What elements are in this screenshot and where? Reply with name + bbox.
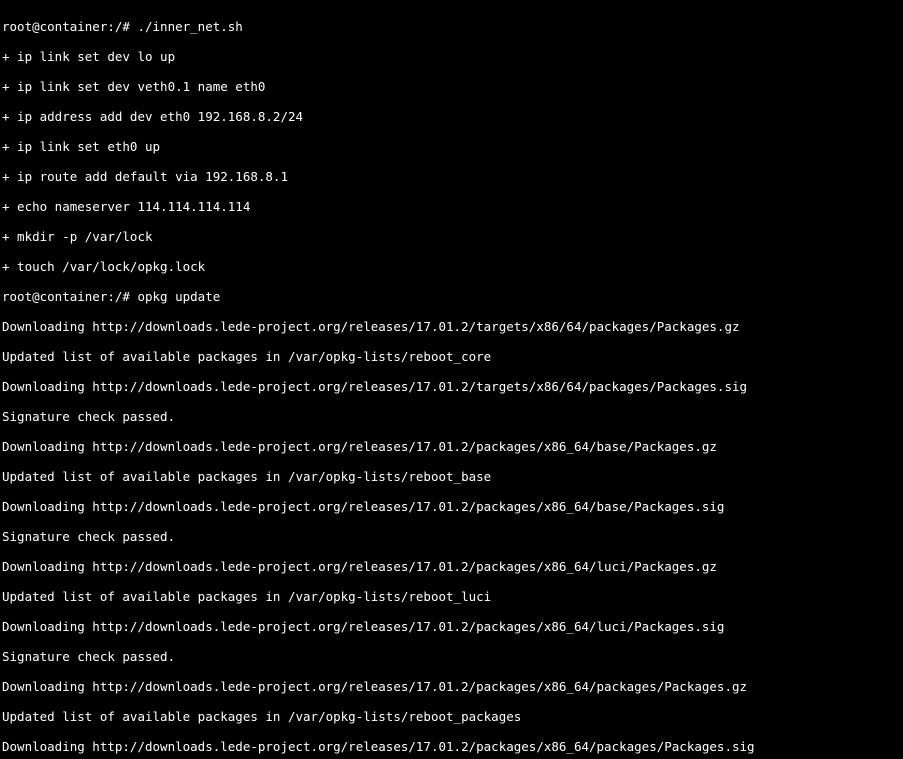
terminal-line: root@container:/# ./inner_net.sh: [2, 19, 903, 34]
terminal-line: Downloading http://downloads.lede-projec…: [2, 499, 903, 514]
terminal-output[interactable]: root@container:/# ./inner_net.sh + ip li…: [0, 0, 903, 759]
terminal-line: Downloading http://downloads.lede-projec…: [2, 559, 903, 574]
terminal-line: + ip address add dev eth0 192.168.8.2/24: [2, 109, 903, 124]
terminal-line: + mkdir -p /var/lock: [2, 229, 903, 244]
terminal-line: Downloading http://downloads.lede-projec…: [2, 379, 903, 394]
terminal-line: + ip link set dev lo up: [2, 49, 903, 64]
terminal-line: Signature check passed.: [2, 529, 903, 544]
terminal-line: + ip link set eth0 up: [2, 139, 903, 154]
terminal-line: Signature check passed.: [2, 409, 903, 424]
terminal-line: + ip link set dev veth0.1 name eth0: [2, 79, 903, 94]
terminal-line: Downloading http://downloads.lede-projec…: [2, 739, 903, 754]
terminal-line: Downloading http://downloads.lede-projec…: [2, 619, 903, 634]
terminal-line: + echo nameserver 114.114.114.114: [2, 199, 903, 214]
terminal-line: Updated list of available packages in /v…: [2, 709, 903, 724]
terminal-line: Updated list of available packages in /v…: [2, 469, 903, 484]
terminal-line: Downloading http://downloads.lede-projec…: [2, 679, 903, 694]
terminal-line: Updated list of available packages in /v…: [2, 349, 903, 364]
terminal-line: + ip route add default via 192.168.8.1: [2, 169, 903, 184]
terminal-line: Signature check passed.: [2, 649, 903, 664]
terminal-line: + touch /var/lock/opkg.lock: [2, 259, 903, 274]
terminal-line: Downloading http://downloads.lede-projec…: [2, 319, 903, 334]
terminal-line: Updated list of available packages in /v…: [2, 589, 903, 604]
terminal-line: Downloading http://downloads.lede-projec…: [2, 439, 903, 454]
terminal-line: root@container:/# opkg update: [2, 289, 903, 304]
